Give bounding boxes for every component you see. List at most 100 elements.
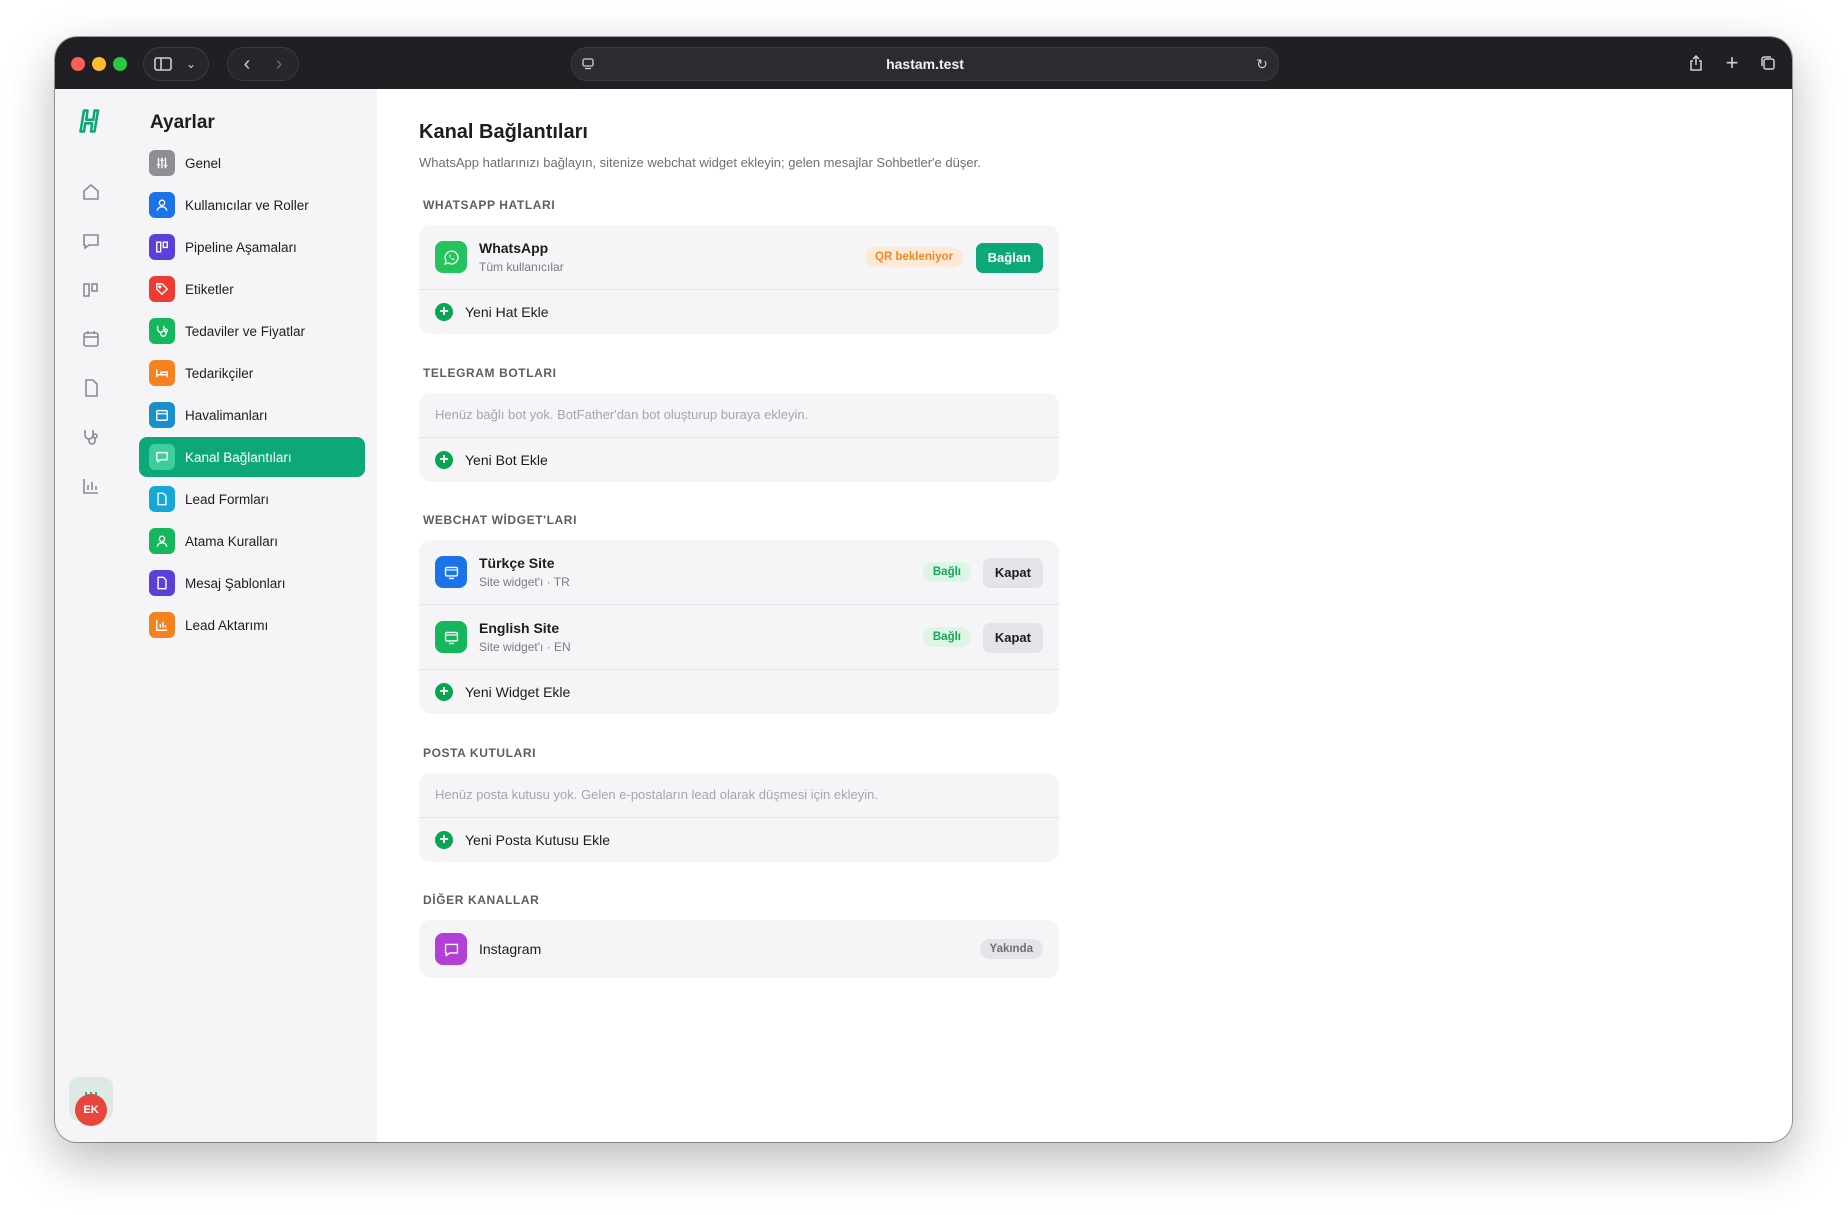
status-badge: Bağlı bbox=[922, 562, 971, 582]
page-subtitle: WhatsApp hatlarınızı bağlayın, sitenize … bbox=[419, 155, 981, 170]
sidebar-item[interactable]: Mesaj Şablonları bbox=[139, 563, 365, 603]
chat-icon bbox=[149, 444, 175, 470]
user-icon bbox=[149, 192, 175, 218]
section-heading-whatsapp: WHATSAPP HATLARI bbox=[423, 198, 556, 212]
sidebar-item-label: Genel bbox=[185, 155, 222, 171]
monitor-icon bbox=[435, 556, 467, 588]
icon-rail: EK bbox=[55, 89, 128, 1142]
coming-soon-badge: Yakında bbox=[979, 939, 1043, 959]
widget-row: English Site Site widget'ı · EN Bağlı Ka… bbox=[419, 605, 1059, 670]
section-heading-mailboxes: POSTA KUTULARI bbox=[423, 746, 537, 760]
avatar[interactable]: EK bbox=[75, 1094, 107, 1126]
settings-sidebar: Ayarlar Genel Kullanıcılar ve Roller Pipel… bbox=[127, 89, 378, 1142]
sidebar-item[interactable]: Tedaviler ve Fiyatlar bbox=[139, 311, 365, 351]
status-badge: Bağlı bbox=[922, 627, 971, 647]
address-bar[interactable]: hastam.test ↻ bbox=[571, 47, 1279, 81]
other-channels-card: Instagram Yakında bbox=[419, 920, 1059, 978]
instagram-chat-icon bbox=[435, 933, 467, 965]
forward-icon[interactable]: › bbox=[266, 48, 292, 80]
sidebar-item[interactable]: Atama Kuralları bbox=[139, 521, 365, 561]
plus-circle-icon: + bbox=[435, 303, 453, 321]
add-bot-label: Yeni Bot Ekle bbox=[465, 452, 548, 468]
connect-button[interactable]: Bağlan bbox=[975, 243, 1043, 273]
sidebar-item-label: Pipeline Aşamaları bbox=[185, 239, 297, 255]
chevron-down-icon[interactable]: ⌄ bbox=[182, 48, 200, 80]
sidebar-item-label: Atama Kuralları bbox=[185, 533, 279, 549]
page-title: Kanal Bağlantıları bbox=[419, 121, 588, 143]
sidebar-item[interactable]: Lead Formları bbox=[139, 479, 365, 519]
share-icon[interactable] bbox=[1684, 47, 1708, 79]
telegram-card: Henüz bağlı bot yok. BotFather'dan bot o… bbox=[419, 393, 1059, 482]
sidebar-item-label: Kullanıcılar ve Roller bbox=[185, 197, 309, 213]
kanban-icon bbox=[149, 234, 175, 260]
widget-detail: Site widget'ı · TR bbox=[479, 575, 570, 589]
zoom-window-dot[interactable] bbox=[113, 57, 127, 71]
main-content: Kanal Bağlantıları WhatsApp hatlarınızı … bbox=[377, 89, 1792, 1142]
add-mailbox-button[interactable]: + Yeni Posta Kutusu Ekle bbox=[419, 818, 1059, 862]
close-widget-button[interactable]: Kapat bbox=[982, 623, 1043, 653]
sidebar-item-label: Tedarikçiler bbox=[185, 365, 254, 381]
sidebar-item-label: Lead Aktarımı bbox=[185, 617, 269, 633]
calendar-icon[interactable] bbox=[73, 321, 109, 357]
add-line-button[interactable]: + Yeni Hat Ekle bbox=[419, 290, 1059, 334]
url-text: hastam.test bbox=[886, 56, 964, 72]
sidebar-icon[interactable] bbox=[152, 48, 174, 80]
add-line-label: Yeni Hat Ekle bbox=[465, 304, 549, 320]
empty-state-text: Henüz bağlı bot yok. BotFather'dan bot o… bbox=[419, 393, 1059, 438]
document-icon bbox=[149, 570, 175, 596]
sidebar-toggle-group[interactable]: ⌄ bbox=[143, 47, 209, 81]
plus-circle-icon: + bbox=[435, 683, 453, 701]
sidebar-item[interactable]: Genel bbox=[139, 143, 365, 183]
sidebar-item-label: Havalimanları bbox=[185, 407, 268, 423]
stethoscope-icon[interactable] bbox=[73, 419, 109, 455]
whatsapp-line-row: WhatsApp Tüm kullanıcılar QR bekleniyor … bbox=[419, 225, 1059, 290]
sidebar-item-label: Etiketler bbox=[185, 281, 234, 297]
section-heading-telegram: TELEGRAM BOTLARI bbox=[423, 366, 557, 380]
sidebar-item[interactable]: Lead Aktarımı bbox=[139, 605, 365, 645]
plus-circle-icon: + bbox=[435, 451, 453, 469]
channel-name: Instagram bbox=[479, 941, 542, 957]
whatsapp-card: WhatsApp Tüm kullanıcılar QR bekleniyor … bbox=[419, 225, 1059, 334]
back-icon[interactable]: ‹ bbox=[234, 48, 260, 80]
mailboxes-card: Henüz posta kutusu yok. Gelen e-postalar… bbox=[419, 773, 1059, 862]
sidebar-item[interactable]: Etiketler bbox=[139, 269, 365, 309]
close-window-dot[interactable] bbox=[71, 57, 85, 71]
document-icon bbox=[149, 486, 175, 512]
widget-name: English Site bbox=[479, 620, 560, 636]
sidebar-item[interactable]: Tedarikçiler bbox=[139, 353, 365, 393]
tag-icon bbox=[149, 276, 175, 302]
widget-row: Türkçe Site Site widget'ı · TR Bağlı Kap… bbox=[419, 540, 1059, 605]
chart-icon bbox=[149, 612, 175, 638]
kanban-icon[interactable] bbox=[73, 272, 109, 308]
sidebar-item[interactable]: Pipeline Aşamaları bbox=[139, 227, 365, 267]
sidebar-title: Ayarlar bbox=[150, 112, 215, 133]
minimize-window-dot[interactable] bbox=[92, 57, 106, 71]
stethoscope-icon bbox=[149, 318, 175, 344]
sidebar-item[interactable]: Kanal Bağlantıları bbox=[139, 437, 365, 477]
channel-detail: Tüm kullanıcılar bbox=[479, 260, 564, 274]
add-bot-button[interactable]: + Yeni Bot Ekle bbox=[419, 438, 1059, 482]
section-heading-webchat: WEBCHAT WİDGET'LARI bbox=[423, 513, 578, 527]
new-tab-icon[interactable]: + bbox=[1720, 47, 1744, 79]
logo-icon[interactable] bbox=[73, 103, 109, 139]
plus-circle-icon: + bbox=[435, 831, 453, 849]
close-widget-button[interactable]: Kapat bbox=[982, 558, 1043, 588]
chat-icon[interactable] bbox=[73, 223, 109, 259]
widget-name: Türkçe Site bbox=[479, 555, 555, 571]
chart-icon[interactable] bbox=[73, 468, 109, 504]
add-widget-button[interactable]: + Yeni Widget Ekle bbox=[419, 670, 1059, 714]
sidebar-item[interactable]: Kullanıcılar ve Roller bbox=[139, 185, 365, 225]
sidebar-item[interactable]: Havalimanları bbox=[139, 395, 365, 435]
tabs-overview-icon[interactable] bbox=[1756, 47, 1780, 79]
sidebar-item-label: Tedaviler ve Fiyatlar bbox=[185, 323, 306, 339]
home-icon[interactable] bbox=[73, 174, 109, 210]
sidebar-item-label: Kanal Bağlantıları bbox=[185, 449, 292, 465]
browser-window: ⌄ ‹ › hastam.test ↻ + EK Ayarlar Genel K… bbox=[55, 37, 1792, 1142]
whatsapp-icon bbox=[435, 241, 467, 273]
document-icon[interactable] bbox=[73, 370, 109, 406]
widget-detail: Site widget'ı · EN bbox=[479, 640, 571, 654]
sliders-icon bbox=[149, 150, 175, 176]
add-widget-label: Yeni Widget Ekle bbox=[465, 684, 571, 700]
webchat-card: Türkçe Site Site widget'ı · TR Bağlı Kap… bbox=[419, 540, 1059, 714]
reload-icon[interactable]: ↻ bbox=[1252, 48, 1272, 80]
